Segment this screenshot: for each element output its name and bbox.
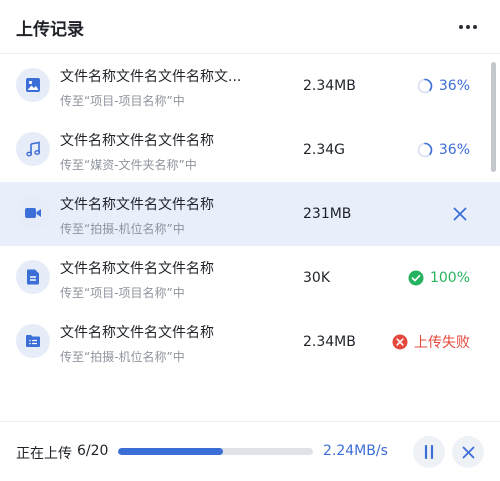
header: 上传记录 xyxy=(0,0,500,54)
upload-item[interactable]: 文件名称文件名文件名称 传至“媒资-文件夹名称”中 2.34G 36% xyxy=(0,118,500,182)
file-size: 231MB xyxy=(303,206,352,222)
progress-percent: 36% xyxy=(438,142,470,158)
file-name: 文件名称文件名文件名称 xyxy=(60,197,214,213)
upload-item[interactable]: 文件名称文件名文件名称 传至“拍摄-机位名称”中 231MB xyxy=(0,182,500,246)
upload-progress-status: 36% xyxy=(417,76,470,96)
upload-item[interactable]: 文件名称文件名文件名称文... 传至“项目-项目名称”中 2.34MB 36% xyxy=(0,54,500,118)
video-file-icon xyxy=(16,196,50,230)
pause-icon xyxy=(424,445,434,459)
file-name: 文件名称文件名文件名称 xyxy=(60,261,214,277)
upload-item[interactable]: 文件名称文件名文件名称 传至“拍摄-机位名称”中 2.34MB 上传失败 xyxy=(0,310,500,374)
file-destination: 传至“项目-项目名称”中 xyxy=(60,94,185,108)
audio-file-icon xyxy=(16,132,50,166)
upload-progress-status: 36% xyxy=(417,140,470,160)
file-name: 文件名称文件名文件名称 xyxy=(60,133,214,149)
progress-percent: 36% xyxy=(438,78,470,94)
file-destination: 传至“项目-项目名称”中 xyxy=(60,286,185,300)
pause-all-button[interactable] xyxy=(413,436,445,468)
file-size: 2.34MB xyxy=(303,78,356,94)
failed-label: 上传失败 xyxy=(414,335,470,351)
file-name: 文件名称文件名文件名称 xyxy=(60,325,214,341)
file-size: 2.34G xyxy=(303,142,346,158)
error-circle-icon xyxy=(392,334,408,350)
scrollbar[interactable] xyxy=(491,62,496,172)
total-progress-bar xyxy=(118,448,313,455)
close-icon xyxy=(462,446,474,458)
file-size: 2.34MB xyxy=(303,334,356,350)
file-destination: 传至“拍摄-机位名称”中 xyxy=(60,222,185,236)
folder-list-icon xyxy=(16,324,50,358)
progress-ring-icon xyxy=(417,142,433,158)
upload-item[interactable]: 文件名称文件名文件名称 传至“项目-项目名称”中 30K 100% xyxy=(0,246,500,310)
page-title: 上传记录 xyxy=(16,20,84,40)
upload-footer: 正在上传 6/20 2.24MB/s xyxy=(0,421,500,481)
image-file-icon xyxy=(16,68,50,102)
total-progress-fill xyxy=(118,448,224,455)
progress-ring-icon xyxy=(417,78,433,94)
file-destination: 传至“媒资-文件夹名称”中 xyxy=(60,158,197,172)
upload-list: 文件名称文件名文件名称文... 传至“项目-项目名称”中 2.34MB 36% … xyxy=(0,54,500,420)
close-icon xyxy=(453,207,467,221)
document-file-icon xyxy=(16,260,50,294)
upload-success-status: 100% xyxy=(408,268,470,288)
more-options-button[interactable] xyxy=(456,15,480,39)
file-destination: 传至“拍摄-机位名称”中 xyxy=(60,350,185,364)
success-percent: 100% xyxy=(429,270,470,286)
upload-count: 6/20 xyxy=(77,443,109,459)
more-horizontal-icon xyxy=(459,25,463,29)
file-size: 30K xyxy=(303,270,330,286)
cancel-all-button[interactable] xyxy=(452,436,484,468)
upload-speed: 2.24MB/s xyxy=(323,443,388,459)
uploading-label: 正在上传 xyxy=(16,446,72,462)
cancel-upload-button[interactable] xyxy=(450,204,470,224)
upload-failed-status[interactable]: 上传失败 xyxy=(392,332,470,352)
check-circle-icon xyxy=(408,270,424,286)
file-name: 文件名称文件名文件名称文... xyxy=(60,69,242,85)
